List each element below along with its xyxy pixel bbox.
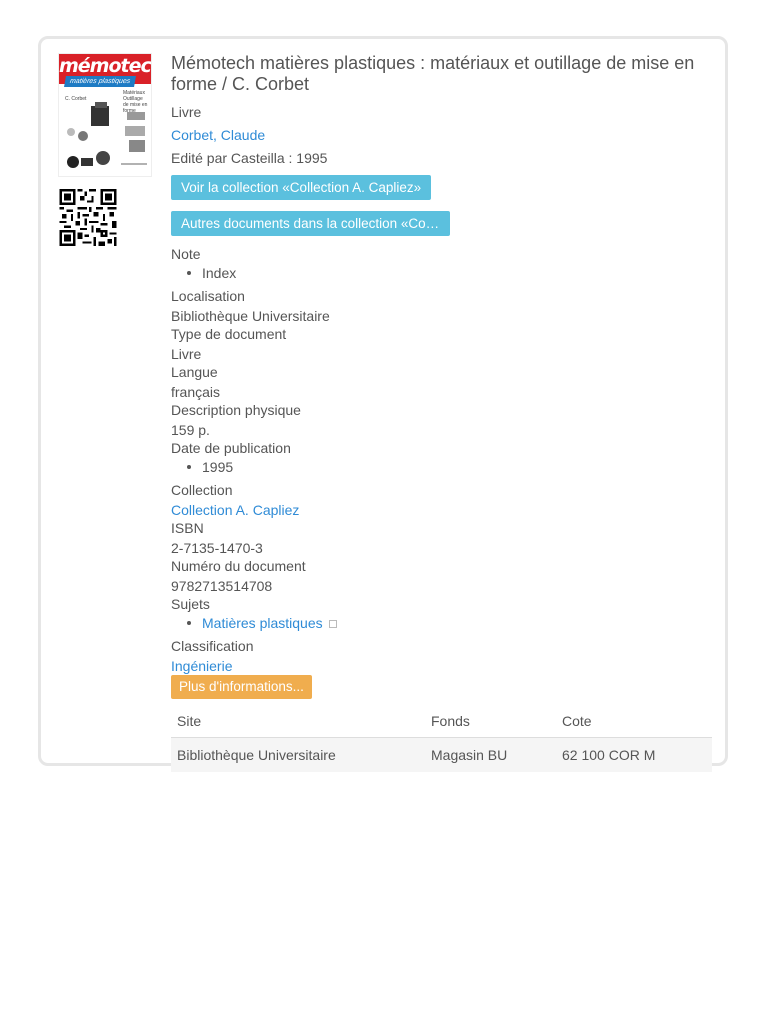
external-link-icon[interactable] xyxy=(328,620,337,629)
physical-description-value: 159 p. xyxy=(171,422,210,438)
type-label: Type de document xyxy=(171,326,287,342)
classification-label: Classification xyxy=(171,638,254,654)
isbn-label: ISBN xyxy=(171,520,204,536)
document-number-value: 9782713514708 xyxy=(171,578,273,594)
doc-type: Livre xyxy=(171,104,202,120)
language-label: Langue xyxy=(171,364,218,380)
subjects-list: Matières plastiques xyxy=(171,613,716,633)
cover-illustration xyxy=(67,102,147,168)
column-header-cote: Cote xyxy=(556,706,712,738)
other-docs-collection-button[interactable]: Autres documents dans la collection «Col… xyxy=(171,211,450,236)
table-row: Bibliothèque Universitaire Magasin BU 62… xyxy=(171,737,712,772)
cell-fonds: Magasin BU xyxy=(425,737,556,772)
list-item: 1995 xyxy=(187,457,716,477)
collection-label: Collection xyxy=(171,482,233,498)
column-header-fonds: Fonds xyxy=(425,706,556,738)
location-label: Localisation xyxy=(171,288,245,304)
location-value: Bibliothèque Universitaire xyxy=(171,308,330,324)
publication-date-list: 1995 xyxy=(171,457,716,477)
table-header-row: Site Fonds Cote xyxy=(171,706,712,738)
cell-site: Bibliothèque Universitaire xyxy=(171,737,425,772)
column-header-site: Site xyxy=(171,706,425,738)
publication-date-label: Date de publication xyxy=(171,440,291,456)
view-collection-button[interactable]: Voir la collection «Collection A. Caplie… xyxy=(171,175,432,200)
document-number-label: Numéro du document xyxy=(171,558,306,574)
publisher: Edité par Casteilla : 1995 xyxy=(171,150,328,166)
classification-link[interactable]: Ingénierie xyxy=(171,658,233,674)
isbn-value: 2-7135-1470-3 xyxy=(171,540,263,556)
book-cover[interactable]: mémotech matières plastiques C. Corbet M… xyxy=(58,53,152,177)
record-title: Mémotech matières plastiques : matériaux… xyxy=(171,53,695,94)
note-list: Index xyxy=(171,263,716,283)
record-sidebar: mémotech matières plastiques C. Corbet M… xyxy=(58,53,154,249)
type-value: Livre xyxy=(171,346,202,362)
subjects-label: Sujets xyxy=(171,596,210,612)
more-info-button[interactable]: Plus d'informations... xyxy=(171,675,312,699)
collection-link[interactable]: Collection A. Capliez xyxy=(171,502,299,518)
author-link[interactable]: Corbet, Claude xyxy=(171,127,265,143)
record-card: mémotech matières plastiques C. Corbet M… xyxy=(38,36,728,772)
holdings-table: Site Fonds Cote Bibliothèque Universitai… xyxy=(171,706,712,772)
note-label: Note xyxy=(171,246,201,262)
record-details: Mémotech matières plastiques : matériaux… xyxy=(171,53,716,772)
physical-description-label: Description physique xyxy=(171,402,301,418)
subject-link[interactable]: Matières plastiques xyxy=(202,615,323,631)
cell-cote: 62 100 COR M xyxy=(556,737,712,772)
language-value: français xyxy=(171,384,221,400)
list-item: Index xyxy=(187,263,716,283)
list-item: Matières plastiques xyxy=(187,613,716,633)
qr-code-icon xyxy=(59,189,117,246)
